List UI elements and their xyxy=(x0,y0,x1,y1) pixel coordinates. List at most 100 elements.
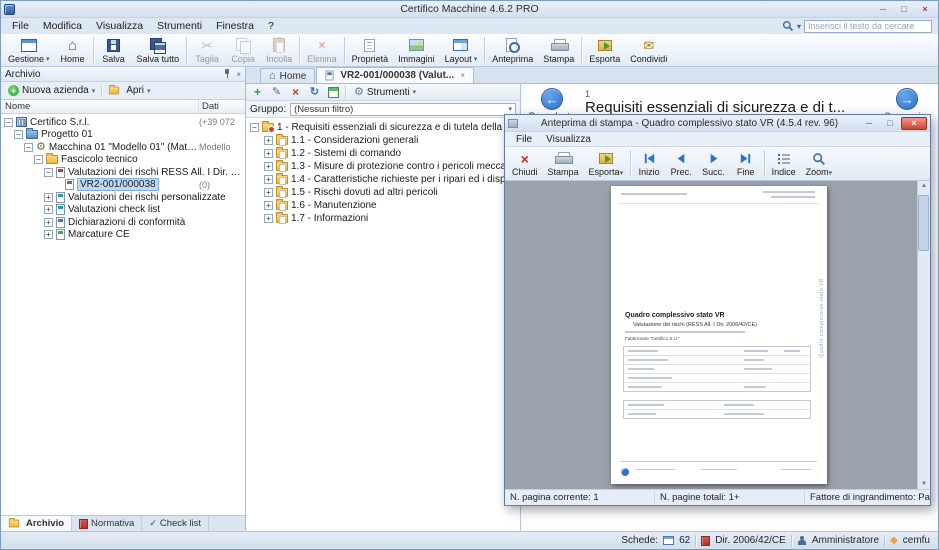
stampa-button[interactable]: Stampa xyxy=(543,147,584,180)
pin-icon[interactable] xyxy=(223,69,231,79)
zoom-button[interactable]: Zoom▾ xyxy=(801,147,838,180)
layout-button[interactable]: Layout▾ xyxy=(440,34,483,66)
tree-item-dichiarazioni[interactable]: + Dichiarazioni di conformità xyxy=(1,216,245,229)
expand-icon[interactable]: + xyxy=(264,214,273,223)
home-button[interactable]: ⌂ Home xyxy=(55,34,91,66)
minimize-icon[interactable]: ─ xyxy=(873,3,893,16)
elimina-button[interactable]: × Elimina xyxy=(302,34,342,66)
inizio-button[interactable]: Inizio xyxy=(633,147,665,180)
incolla-button[interactable]: Incolla xyxy=(261,34,297,66)
tab-vr2-document[interactable]: VR2-001/000038 (Valut... × xyxy=(316,67,474,83)
expand-icon[interactable]: + xyxy=(264,149,273,158)
gestione-button[interactable]: Gestione▾ xyxy=(3,34,55,66)
tree-item-1-4[interactable]: + 1.4 - Caratteristiche richieste per i … xyxy=(246,173,520,186)
close-icon[interactable]: × xyxy=(901,117,927,130)
search-input[interactable] xyxy=(804,20,932,33)
tree-item-1-1[interactable]: + 1.1 - Considerazioni generali xyxy=(246,134,520,147)
maximize-icon[interactable]: □ xyxy=(880,117,900,130)
menu-visualizza[interactable]: Visualizza xyxy=(539,133,598,146)
grid-export-icon[interactable] xyxy=(326,85,341,99)
expand-icon[interactable]: + xyxy=(44,205,53,214)
profile-label[interactable]: cemfu xyxy=(903,535,930,546)
nuova-azienda-button[interactable]: + Nuova azienda ▾ xyxy=(4,84,99,97)
tree-item-1-6[interactable]: + 1.6 - Manutenzione xyxy=(246,199,520,212)
collapse-icon[interactable]: − xyxy=(34,155,43,164)
taglia-button[interactable]: ✂ Taglia xyxy=(189,34,225,66)
tree-item-vr2-selected[interactable]: VR2-001/000038 (0) xyxy=(1,179,245,192)
anteprima-button[interactable]: Anteprima xyxy=(487,34,538,66)
tab-check-list[interactable]: ✓ Check list xyxy=(142,516,209,531)
esporta-button[interactable]: Esporta▾ xyxy=(584,147,629,180)
collapse-icon[interactable]: − xyxy=(250,123,259,132)
scrollbar-thumb[interactable] xyxy=(918,195,929,251)
stampa-button[interactable]: Stampa xyxy=(538,34,579,66)
expand-icon[interactable]: + xyxy=(44,230,53,239)
menu-strumenti[interactable]: Strumenti xyxy=(150,19,209,33)
menu-visualizza[interactable]: Visualizza xyxy=(89,19,150,33)
collapse-icon[interactable]: − xyxy=(24,143,33,152)
copia-button[interactable]: Copia xyxy=(225,34,261,66)
menu-finestra[interactable]: Finestra xyxy=(209,19,261,33)
proprieta-button[interactable]: Proprietà xyxy=(347,34,394,66)
edit-icon[interactable]: ✎ xyxy=(269,85,284,99)
search-options-caret-icon[interactable]: ▾ xyxy=(797,22,801,31)
fine-button[interactable]: Fine xyxy=(730,147,762,180)
expand-icon[interactable]: + xyxy=(264,201,273,210)
tree-item-fascicolo[interactable]: − Fascicolo tecnico xyxy=(1,154,245,167)
indice-button[interactable]: Indice xyxy=(767,147,801,180)
add-icon[interactable]: + xyxy=(250,85,265,99)
expand-icon[interactable]: + xyxy=(264,162,273,171)
strumenti-button[interactable]: ⚙ Strumenti ▾ xyxy=(350,86,420,99)
tab-normativa[interactable]: Normativa xyxy=(72,516,142,531)
apri-button[interactable]: Apri ▾ xyxy=(104,84,154,97)
expand-icon[interactable]: + xyxy=(264,136,273,145)
menu-help[interactable]: ? xyxy=(261,19,281,33)
close-tab-icon[interactable]: × xyxy=(460,71,465,80)
expand-icon[interactable]: + xyxy=(264,175,273,184)
tree-item-valutazioni-checklist[interactable]: + Valutazioni check list xyxy=(1,204,245,217)
expand-icon[interactable]: + xyxy=(264,188,273,197)
panel-close-icon[interactable]: × xyxy=(236,70,241,79)
tab-archivio[interactable]: Archivio xyxy=(1,516,72,531)
gruppo-select[interactable]: (Nessun filtro) ▾ xyxy=(290,103,516,116)
column-header-dati[interactable]: Dati xyxy=(199,101,245,112)
chiudi-button[interactable]: × Chiudi xyxy=(507,147,543,180)
tree-item-project[interactable]: − Progetto 01 xyxy=(1,129,245,142)
scroll-down-icon[interactable]: ▼ xyxy=(921,481,927,487)
condividi-button[interactable]: ✉ Condividi xyxy=(625,34,672,66)
tree-item-marcature-ce[interactable]: + Marcature CE xyxy=(1,229,245,242)
tree-item-company[interactable]: − Certifico S.r.l. (+39 072 xyxy=(1,116,245,129)
tab-home[interactable]: ⌂ Home xyxy=(260,68,315,83)
collapse-icon[interactable]: − xyxy=(44,168,53,177)
delete-icon[interactable]: × xyxy=(288,85,303,99)
succ-button[interactable]: Succ. xyxy=(697,147,730,180)
esporta-button[interactable]: Esporta xyxy=(584,34,625,66)
user-label[interactable]: Amministratore xyxy=(812,535,879,546)
immagini-button[interactable]: Immagini xyxy=(393,34,440,66)
menu-modifica[interactable]: Modifica xyxy=(36,19,89,33)
prec-button[interactable]: Prec. xyxy=(665,147,697,180)
expand-icon[interactable]: + xyxy=(44,193,53,202)
search-icon[interactable] xyxy=(782,20,794,32)
collapse-icon[interactable]: − xyxy=(14,130,23,139)
tree-item-1-3[interactable]: + 1.3 - Misure di protezione contro i pe… xyxy=(246,160,520,173)
tree-item-1-2[interactable]: + 1.2 - Sistemi di comando xyxy=(246,147,520,160)
minimize-icon[interactable]: ─ xyxy=(859,117,879,130)
menu-file[interactable]: File xyxy=(509,133,539,146)
tree-item-1-7[interactable]: + 1.7 - Informazioni xyxy=(246,212,520,225)
close-icon[interactable]: × xyxy=(915,3,935,16)
maximize-icon[interactable]: □ xyxy=(894,3,914,16)
menu-file[interactable]: File xyxy=(5,19,36,33)
salva-button[interactable]: Salva xyxy=(96,34,132,66)
scroll-up-icon[interactable]: ▲ xyxy=(921,183,927,189)
tree-item-1-5[interactable]: + 1.5 - Rischi dovuti ad altri pericoli xyxy=(246,186,520,199)
collapse-icon[interactable]: − xyxy=(4,118,13,127)
expand-icon[interactable]: + xyxy=(44,218,53,227)
tree-item-ress-root[interactable]: − 1 - Requisiti essenziali di sicurezza … xyxy=(246,121,520,134)
tree-item-machine[interactable]: − ⚙ Macchina 01 "Modello 01" (Matricola … xyxy=(1,141,245,154)
refresh-icon[interactable]: ↻ xyxy=(307,85,322,99)
directive-label[interactable]: Dir. 2006/42/CE xyxy=(715,535,786,546)
column-header-nome[interactable]: Nome xyxy=(1,100,199,113)
salva-tutto-button[interactable]: Salva tutto xyxy=(132,34,185,66)
tree-item-valutazioni-ress[interactable]: − Valutazioni dei rischi RESS All. I Dir… xyxy=(1,166,245,179)
